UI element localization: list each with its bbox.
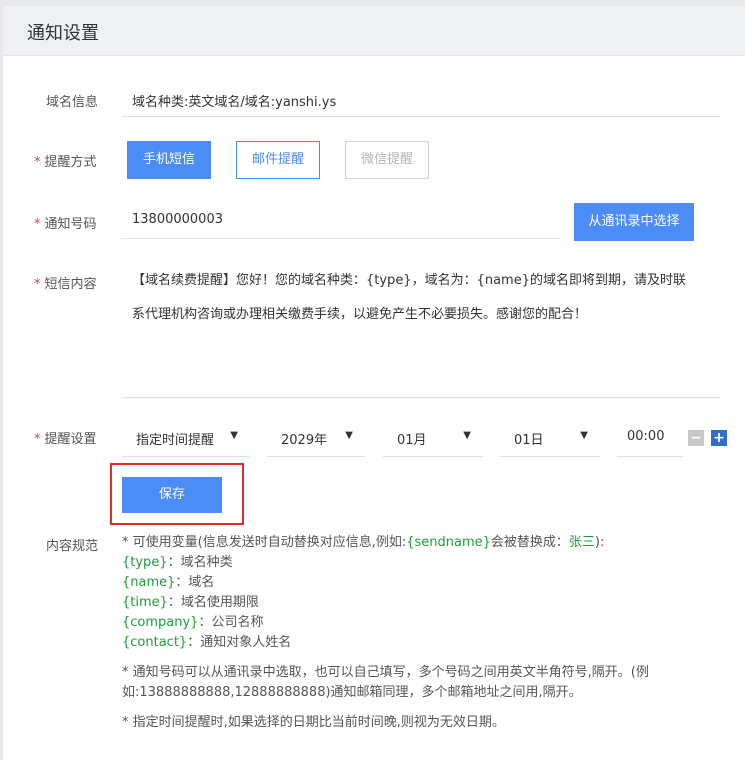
domain-info-value: 域名种类:英文域名/域名:yanshi.ys [132,95,337,110]
remind-method-label: * 提醒方式 [34,155,97,170]
sms-content-line-1: 【域名续费提醒】您好！您的域名种类：{type}，域名为：{name}的域名即将… [132,273,686,288]
remind-mode-select[interactable]: 指定时间提醒 ▼ [122,421,250,457]
minus-icon[interactable]: − [688,430,704,446]
rules-variable-name: {name}：域名 [122,575,215,590]
page-title: 通知设置 [27,23,99,44]
sms-content-underline [122,397,720,398]
required-mark: * [34,155,41,170]
required-mark: * [34,217,41,232]
rules-intro: * 可使用变量(信息发送时自动替换对应信息,例如:{sendname}会被替换成… [122,535,605,550]
sms-content-line-2: 系代理机构咨询或办理相关缴费手续，以避免产生不必要损失。感谢您的配合！ [132,307,588,322]
notify-number-label: * 通知号码 [34,217,97,232]
notify-number-input[interactable]: 13800000003 [132,212,223,227]
content-rules-label: 内容规范 [46,539,99,554]
remind-settings-label: * 提醒设置 [34,432,97,447]
notify-number-underline [122,238,560,239]
required-mark: * [34,432,41,447]
sms-content-label: * 短信内容 [34,277,97,292]
email-option-button[interactable]: 邮件提醒 [236,141,320,179]
rules-variable-company: {company}：公司名称 [122,615,264,630]
variable-sendname: {sendname} [406,535,491,550]
remind-mode-value: 指定时间提醒 [136,433,215,448]
select-from-contacts-button[interactable]: 从通讯录中选择 [574,203,694,241]
day-value: 01日 [514,433,544,448]
notification-settings-panel: 通知设置 [3,6,745,760]
example-name: 张三 [568,535,595,550]
day-select[interactable]: 01日 ▼ [500,421,600,457]
wechat-option-button[interactable]: 微信提醒 [345,141,429,179]
rules-variable-time: {time}：域名使用期限 [122,595,259,610]
rules-note-numbers: * 通知号码可以从通讯录中选取，也可以自己填写，多个号码之间用英文半角符号,隔开… [122,665,649,700]
rules-note-date: * 指定时间提醒时,如果选择的日期比当前时间晚,则视为无效日期。 [122,715,505,730]
plus-icon[interactable]: + [711,430,727,446]
month-select[interactable]: 01月 ▼ [383,421,483,457]
caret-down-icon: ▼ [463,430,471,441]
caret-down-icon: ▼ [230,430,238,441]
rules-variable-type: {type}：域名种类 [122,555,233,570]
save-button[interactable]: 保存 [122,477,222,513]
caret-down-icon: ▼ [345,430,353,441]
sms-content-textarea[interactable]: 【域名续费提醒】您好！您的域名种类：{type}，域名为：{name}的域名即将… [132,264,722,332]
year-select[interactable]: 2029年 ▼ [267,421,365,457]
year-value: 2029年 [281,433,328,448]
time-value: 00:00 [627,429,665,444]
caret-down-icon: ▼ [580,430,588,441]
month-value: 01月 [397,433,427,448]
domain-info-label: 域名信息 [46,95,99,110]
time-input[interactable]: 00:00 [617,421,683,457]
domain-info-underline [122,116,720,117]
required-mark: * [34,277,41,292]
panel-header: 通知设置 [3,6,745,56]
rules-variable-contact: {contact}：通知对象人姓名 [122,635,292,650]
sms-option-button[interactable]: 手机短信 [127,141,211,179]
